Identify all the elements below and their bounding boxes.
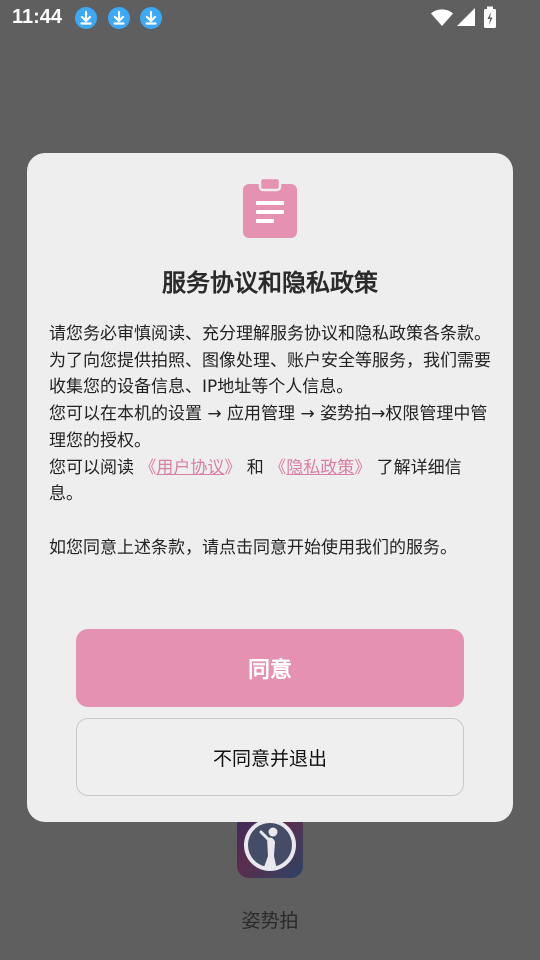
- agree-button[interactable]: 同意: [76, 629, 464, 707]
- download-icon: [108, 7, 130, 29]
- paragraph-consent: 如您同意上述条款，请点击同意开始使用我们的服务。: [49, 537, 457, 558]
- privacy-dialog: 服务协议和隐私政策 请您务必审慎阅读、充分理解服务协议和隐私政策各条款。 为了向…: [27, 153, 513, 822]
- signal-icon: [456, 6, 476, 32]
- paragraph-permissions: 您可以在本机的设置 → 应用管理 → 姿势拍→权限管理中管理您的授权。: [49, 404, 488, 451]
- status-bar: 11:44: [0, 0, 540, 36]
- disagree-exit-button[interactable]: 不同意并退出: [76, 718, 464, 796]
- download-icon: [140, 7, 162, 29]
- privacy-policy-link[interactable]: 隐私政策: [286, 458, 354, 478]
- paragraph-notice: 请您务必审慎阅读、充分理解服务协议和隐私政策各条款。: [49, 324, 491, 344]
- app-label: 姿势拍: [241, 910, 299, 932]
- wifi-icon: [430, 6, 454, 32]
- battery-icon: [483, 6, 497, 34]
- clipboard-icon: [242, 176, 298, 243]
- read-docs-prefix: 您可以阅读: [49, 457, 140, 478]
- paragraph-read-docs: 您可以阅读 《用户协议》 和 《隐私政策》 了解详细信息。: [49, 455, 495, 508]
- status-time: 11:44: [12, 6, 63, 28]
- dialog-body: 请您务必审慎阅读、充分理解服务协议和隐私政策各条款。 为了向您提供拍照、图像处理…: [49, 321, 495, 561]
- user-agreement-quote: 《用户协议》: [139, 457, 242, 478]
- paragraph-data-collection: 为了向您提供拍照、图像处理、账户安全等服务，我们需要收集您的设备信息、IP地址等…: [49, 350, 491, 398]
- dialog-title: 服务协议和隐私政策: [162, 269, 378, 297]
- download-icon: [75, 7, 97, 29]
- privacy-policy-quote: 《隐私政策》: [269, 457, 372, 478]
- user-agreement-link[interactable]: 用户协议: [156, 458, 224, 478]
- read-docs-conjunction: 和: [241, 457, 270, 478]
